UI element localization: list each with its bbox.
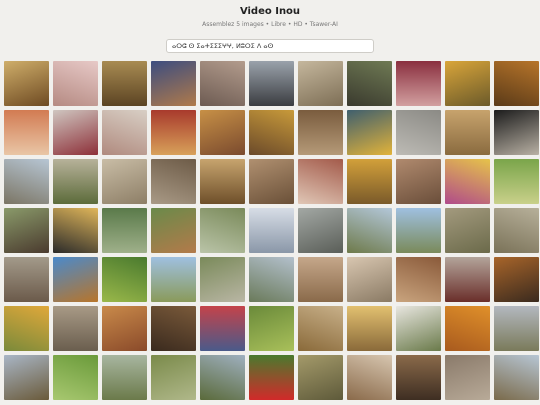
- image-tile[interactable]: [445, 159, 490, 204]
- search-box[interactable]: [166, 39, 374, 53]
- image-tile[interactable]: [102, 306, 147, 351]
- image-tile[interactable]: [445, 61, 490, 106]
- image-tile[interactable]: [53, 61, 98, 106]
- image-tile[interactable]: [494, 159, 539, 204]
- image-tile[interactable]: [396, 306, 441, 351]
- image-tile[interactable]: [249, 355, 294, 400]
- image-tile[interactable]: [102, 208, 147, 253]
- image-tile[interactable]: [200, 159, 245, 204]
- image-tile[interactable]: [53, 110, 98, 155]
- image-tile[interactable]: [396, 257, 441, 302]
- image-tile[interactable]: [347, 110, 392, 155]
- page-header: Video Inou Assemblez 5 images • Libre • …: [0, 0, 540, 32]
- image-tile[interactable]: [249, 159, 294, 204]
- image-tile[interactable]: [200, 306, 245, 351]
- image-tile[interactable]: [347, 159, 392, 204]
- image-tile[interactable]: [494, 208, 539, 253]
- image-tile[interactable]: [494, 257, 539, 302]
- image-tile[interactable]: [347, 306, 392, 351]
- image-tile[interactable]: [396, 159, 441, 204]
- image-tile[interactable]: [102, 159, 147, 204]
- image-tile[interactable]: [151, 159, 196, 204]
- image-tile[interactable]: [445, 257, 490, 302]
- image-tile[interactable]: [396, 110, 441, 155]
- image-tile[interactable]: [445, 208, 490, 253]
- image-tile[interactable]: [102, 110, 147, 155]
- image-tile[interactable]: [151, 61, 196, 106]
- page-title: Video Inou: [239, 6, 301, 17]
- search-row: [0, 35, 540, 57]
- image-tile[interactable]: [200, 61, 245, 106]
- image-tile[interactable]: [494, 355, 539, 400]
- image-tile[interactable]: [151, 208, 196, 253]
- image-tile[interactable]: [249, 306, 294, 351]
- image-tile[interactable]: [200, 110, 245, 155]
- image-tile[interactable]: [347, 61, 392, 106]
- image-tile[interactable]: [494, 110, 539, 155]
- image-tile[interactable]: [445, 306, 490, 351]
- image-tile[interactable]: [494, 61, 539, 106]
- image-tile[interactable]: [445, 110, 490, 155]
- image-tile[interactable]: [200, 355, 245, 400]
- image-tile[interactable]: [4, 355, 49, 400]
- image-tile[interactable]: [102, 257, 147, 302]
- image-tile[interactable]: [200, 208, 245, 253]
- image-tile[interactable]: [4, 257, 49, 302]
- image-tile[interactable]: [4, 159, 49, 204]
- image-tile[interactable]: [4, 208, 49, 253]
- image-tile[interactable]: [102, 355, 147, 400]
- image-tile[interactable]: [249, 208, 294, 253]
- image-tile[interactable]: [102, 61, 147, 106]
- image-tile[interactable]: [4, 306, 49, 351]
- image-tile[interactable]: [53, 355, 98, 400]
- image-tile[interactable]: [298, 208, 343, 253]
- image-tile[interactable]: [4, 61, 49, 106]
- image-tile[interactable]: [298, 257, 343, 302]
- image-grid: [4, 61, 539, 400]
- image-tile[interactable]: [249, 257, 294, 302]
- image-tile[interactable]: [494, 306, 539, 351]
- image-tile[interactable]: [298, 61, 343, 106]
- image-tile[interactable]: [347, 208, 392, 253]
- image-tile[interactable]: [151, 110, 196, 155]
- image-tile[interactable]: [396, 61, 441, 106]
- image-tile[interactable]: [445, 355, 490, 400]
- image-tile[interactable]: [298, 355, 343, 400]
- image-tile[interactable]: [298, 306, 343, 351]
- image-tile[interactable]: [53, 208, 98, 253]
- image-tile[interactable]: [151, 257, 196, 302]
- image-tile[interactable]: [200, 257, 245, 302]
- image-tile[interactable]: [53, 159, 98, 204]
- image-tile[interactable]: [249, 110, 294, 155]
- image-tile[interactable]: [347, 355, 392, 400]
- image-tile[interactable]: [4, 110, 49, 155]
- search-input[interactable]: [172, 42, 368, 50]
- image-tile[interactable]: [151, 355, 196, 400]
- image-tile[interactable]: [53, 257, 98, 302]
- image-tile[interactable]: [151, 306, 196, 351]
- image-tile[interactable]: [53, 306, 98, 351]
- image-tile[interactable]: [298, 110, 343, 155]
- image-tile[interactable]: [396, 355, 441, 400]
- image-tile[interactable]: [298, 159, 343, 204]
- page-subtitle: Assemblez 5 images • Libre • HD • Tsawer…: [202, 21, 338, 28]
- image-tile[interactable]: [249, 61, 294, 106]
- image-tile[interactable]: [396, 208, 441, 253]
- image-tile[interactable]: [347, 257, 392, 302]
